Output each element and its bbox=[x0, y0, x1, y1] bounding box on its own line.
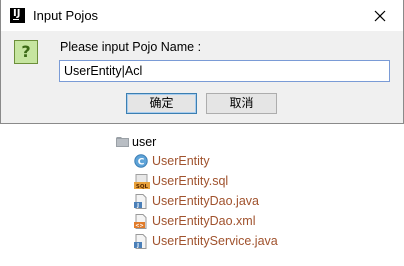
svg-text:SQL: SQL bbox=[136, 184, 149, 190]
question-icon: ? bbox=[14, 40, 38, 64]
folder-label: user bbox=[132, 135, 157, 149]
dialog-title-bar[interactable]: IJ Input Pojos bbox=[1, 0, 403, 31]
java-file-icon: J bbox=[134, 194, 148, 209]
ok-button[interactable]: 确定 bbox=[126, 93, 197, 114]
java-file-icon: J bbox=[134, 234, 148, 249]
svg-text:J: J bbox=[136, 243, 139, 249]
svg-text:J: J bbox=[136, 203, 139, 209]
file-label: UserEntity.sql bbox=[152, 174, 229, 188]
svg-text:C: C bbox=[138, 158, 145, 168]
file-label: UserEntity bbox=[152, 154, 210, 168]
screen: IJ Input Pojos ? Please input Pojo Name … bbox=[0, 0, 404, 266]
dialog-title: Input Pojos bbox=[33, 8, 99, 23]
input-pojos-dialog: IJ Input Pojos ? Please input Pojo Name … bbox=[0, 0, 404, 124]
file-label: UserEntityService.java bbox=[152, 234, 278, 248]
java-class-icon: C bbox=[134, 154, 148, 168]
file-label: UserEntityDao.xml bbox=[152, 214, 256, 228]
sql-file-icon: SQL bbox=[134, 174, 150, 190]
close-icon bbox=[367, 4, 393, 28]
pojo-name-input[interactable] bbox=[59, 60, 390, 82]
file-label: UserEntityDao.java bbox=[152, 194, 259, 208]
svg-text:<>: <> bbox=[135, 223, 143, 229]
close-button[interactable] bbox=[367, 4, 393, 28]
cancel-button[interactable]: 取消 bbox=[206, 93, 277, 114]
intellij-idea-icon: IJ bbox=[10, 8, 25, 23]
pojo-name-label: Please input Pojo Name : bbox=[60, 40, 202, 54]
package-folder-icon bbox=[116, 135, 130, 149]
xml-file-icon: <> bbox=[134, 214, 148, 229]
